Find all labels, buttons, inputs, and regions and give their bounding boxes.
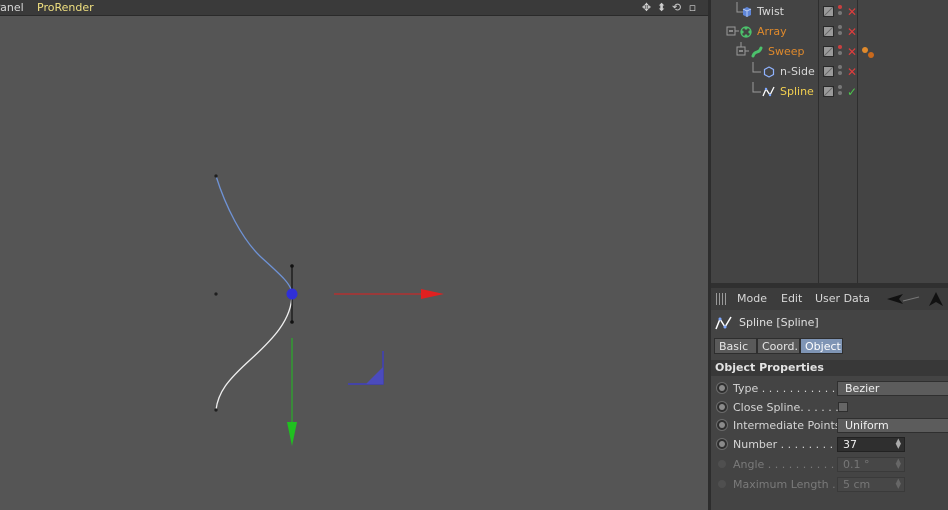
enable-state-icon[interactable]: ✓: [846, 82, 858, 102]
enable-state-icon[interactable]: ✕: [846, 62, 858, 82]
viewport-menu-bar: Panel ProRender ✥ ⬍ ⟲ ▫: [0, 0, 708, 16]
x-axis-arrow-icon[interactable]: [421, 289, 444, 299]
object-row-array[interactable]: Array ✕: [711, 22, 948, 42]
attribute-manager-menu: Mode Edit User Data: [711, 288, 948, 310]
attribute-manager: Mode Edit User Data Spline [Spline] Basi…: [711, 288, 948, 510]
animation-radio-icon[interactable]: [716, 419, 728, 431]
tab-coord[interactable]: Coord.: [757, 338, 800, 354]
selected-spline-point[interactable]: [286, 288, 298, 300]
editor-render-dots[interactable]: [838, 65, 843, 79]
y-axis-arrow-icon[interactable]: [287, 422, 297, 446]
material-tag-icon[interactable]: [860, 44, 876, 60]
visibility-toggle[interactable]: [823, 46, 834, 57]
menu-user-data[interactable]: User Data: [815, 288, 870, 310]
section-header: Object Properties: [711, 360, 948, 376]
menu-mode[interactable]: Mode: [737, 288, 767, 310]
animation-radio-icon[interactable]: [716, 438, 728, 450]
menu-panel[interactable]: Panel: [0, 0, 24, 15]
object-row-twist[interactable]: Twist ✕: [711, 2, 948, 22]
property-label: Intermediate Points: [733, 419, 841, 432]
visibility-toggle[interactable]: [823, 86, 834, 97]
visibility-toggle[interactable]: [823, 6, 834, 17]
enable-state-icon[interactable]: ✕: [846, 22, 858, 42]
intermediate-points-dropdown[interactable]: Uniform: [837, 418, 948, 433]
spline-point-end[interactable]: [214, 408, 218, 412]
property-maximum-length: Maximum Length . . 5 cm ▲ ▼: [711, 475, 948, 494]
tangent-handle-bottom[interactable]: [290, 320, 294, 324]
object-title-bar: Spline [Spline]: [711, 312, 948, 334]
editor-render-dots[interactable]: [838, 45, 843, 59]
spline-curve-lower[interactable]: [215, 293, 293, 411]
editor-render-dots[interactable]: [838, 25, 843, 39]
menu-edit[interactable]: Edit: [781, 288, 802, 310]
maximum-length-value: 5 cm: [843, 478, 871, 491]
viewport-canvas[interactable]: [0, 16, 708, 510]
property-label: Angle . . . . . . . . . . .: [733, 458, 842, 471]
maximum-length-field: 5 cm ▲ ▼: [837, 477, 905, 492]
object-title: Spline [Spline]: [739, 316, 819, 329]
spline-icon: [715, 316, 732, 330]
object-name[interactable]: Sweep: [768, 42, 805, 62]
angle-field: 0.1 ° ▲ ▼: [837, 457, 905, 472]
animation-radio-icon[interactable]: [716, 382, 728, 394]
section-title: Object Properties: [715, 361, 824, 374]
spline-tangent-point[interactable]: [214, 292, 218, 296]
stepper-arrows-icon[interactable]: ▲ ▼: [896, 438, 901, 450]
angle-value: 0.1 °: [843, 458, 870, 471]
dolly-view-icon[interactable]: ⬍: [655, 0, 668, 15]
number-field[interactable]: 37 ▲ ▼: [837, 437, 905, 452]
move-view-icon[interactable]: ✥: [640, 0, 653, 15]
property-close-spline: Close Spline. . . . . .: [711, 398, 948, 417]
editor-render-dots[interactable]: [838, 85, 843, 99]
sweep-icon: [751, 46, 763, 58]
spline-point-start[interactable]: [214, 174, 218, 178]
rotate-view-icon[interactable]: ⟲: [670, 0, 683, 15]
object-name[interactable]: Twist: [757, 2, 784, 22]
number-value: 37: [843, 438, 857, 451]
tangent-handle-top[interactable]: [290, 264, 294, 268]
visibility-toggle[interactable]: [823, 66, 834, 77]
spline-curve-upper[interactable]: [215, 175, 293, 295]
spline-icon: [762, 86, 775, 97]
menu-prorender[interactable]: ProRender: [37, 0, 94, 15]
object-row-sweep[interactable]: Sweep ✕: [711, 42, 948, 62]
property-angle: Angle . . . . . . . . . . . 0.1 ° ▲ ▼: [711, 455, 948, 474]
property-label: Number . . . . . . . . .: [733, 438, 841, 451]
back-arrow-icon[interactable]: [885, 291, 923, 307]
object-name[interactable]: Spline: [780, 82, 814, 102]
property-number: Number . . . . . . . . . 37 ▲ ▼: [711, 435, 948, 454]
object-manager: Twist ✕ Array ✕ Sweep ✕ n-Side ✕ Spline: [711, 0, 948, 283]
animation-radio-icon[interactable]: [716, 401, 728, 413]
stepper-arrows-icon: ▲ ▼: [895, 477, 901, 490]
twist-deformer-icon: [742, 7, 752, 17]
close-spline-checkbox[interactable]: [838, 402, 848, 412]
cursor-arrow-icon[interactable]: [927, 291, 945, 307]
tab-object[interactable]: Object: [800, 338, 843, 354]
grip-icon[interactable]: [716, 293, 728, 305]
property-label: Maximum Length . .: [733, 478, 843, 491]
animation-radio-icon: [718, 460, 726, 468]
property-type: Type . . . . . . . . . . . . Bezier: [711, 379, 948, 398]
property-label: Close Spline. . . . . .: [733, 401, 839, 414]
property-label: Type . . . . . . . . . . . .: [733, 382, 843, 395]
enable-state-icon[interactable]: ✕: [846, 2, 858, 22]
object-name[interactable]: n-Side: [780, 62, 815, 82]
maximize-view-icon[interactable]: ▫: [686, 0, 699, 15]
object-row-n-side[interactable]: n-Side ✕: [711, 62, 948, 82]
animation-radio-icon: [718, 480, 726, 488]
viewport[interactable]: Panel ProRender ✥ ⬍ ⟲ ▫: [0, 0, 708, 510]
property-intermediate-points: Intermediate Points Uniform: [711, 416, 948, 435]
array-icon: [740, 26, 752, 38]
object-name[interactable]: Array: [757, 22, 787, 42]
editor-render-dots[interactable]: [838, 5, 843, 19]
type-dropdown[interactable]: Bezier: [837, 381, 948, 396]
enable-state-icon[interactable]: ✕: [846, 42, 858, 62]
plane-handle-icon[interactable]: [366, 367, 383, 384]
stepper-arrows-icon: ▲ ▼: [895, 457, 901, 470]
visibility-toggle[interactable]: [823, 26, 834, 37]
tab-basic[interactable]: Basic: [714, 338, 757, 354]
object-row-spline[interactable]: Spline ✓: [711, 82, 948, 102]
nside-spline-icon: [763, 66, 775, 78]
